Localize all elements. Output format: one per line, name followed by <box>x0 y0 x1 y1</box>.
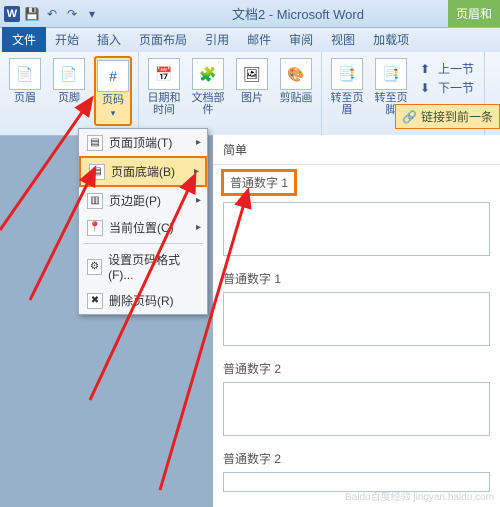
goto-footer-icon: 📑 <box>375 58 407 90</box>
dd-margin-label: 页边距(P) <box>109 192 161 209</box>
header-label: 页眉 <box>14 92 36 104</box>
picture-button[interactable]: 🖼 图片 <box>233 56 271 126</box>
page-number-gallery: 简单 普通数字 1 普通数字 1 普通数字 2 普通数字 2 <box>212 135 500 507</box>
quick-access-toolbar: 💾 ↶ ↷ ▾ <box>24 6 100 22</box>
clipart-icon: 🎨 <box>280 58 312 90</box>
dd-current-pos[interactable]: 📍 当前位置(C) ▸ <box>79 214 207 241</box>
next-label: 下一节 <box>438 79 474 96</box>
up-arrow-icon: ⬆ <box>420 62 434 76</box>
header-icon: 📄 <box>9 58 41 90</box>
gallery-item-plain1[interactable]: 普通数字 1 <box>221 169 297 196</box>
tab-mail[interactable]: 邮件 <box>238 27 280 52</box>
current-pos-icon: 📍 <box>87 220 103 236</box>
header-button[interactable]: 📄 页眉 <box>6 56 44 126</box>
datetime-label: 日期和时间 <box>145 92 183 116</box>
dd-bottom-label: 页面底端(B) <box>111 163 175 180</box>
group-header-footer: 📄 页眉 📄 页脚 # 页码 ▾ <box>0 52 139 135</box>
tab-addin[interactable]: 加载项 <box>364 27 418 52</box>
gallery-preview-2[interactable] <box>223 382 490 436</box>
dd-page-bottom[interactable]: ▤ 页面底端(B) ▸ <box>79 156 207 187</box>
undo-icon[interactable]: ↶ <box>44 6 60 22</box>
page-bottom-icon: ▤ <box>89 164 105 180</box>
gallery-section-simple: 简单 <box>213 135 500 165</box>
gallery-item-plain2b[interactable]: 普通数字 2 <box>213 444 500 470</box>
tab-references[interactable]: 引用 <box>196 27 238 52</box>
title-bar: W 💾 ↶ ↷ ▾ 文档2 - Microsoft Word 页眉和 <box>0 0 500 28</box>
tab-review[interactable]: 审阅 <box>280 27 322 52</box>
gallery-item-plain1b[interactable]: 普通数字 1 <box>213 264 500 290</box>
page-number-label: 页码 <box>102 94 124 106</box>
dd-page-top[interactable]: ▤ 页面顶端(T) ▸ <box>79 129 207 156</box>
datetime-button[interactable]: 📅 日期和时间 <box>145 56 183 126</box>
page-number-button[interactable]: # 页码 ▾ <box>94 56 132 126</box>
goto-header-icon: 📑 <box>331 58 363 90</box>
goto-header-button[interactable]: 📑 转至页眉 <box>328 56 366 126</box>
goto-header-label: 转至页眉 <box>328 92 366 116</box>
down-arrow-icon: ⬇ <box>420 81 434 95</box>
calendar-icon: 📅 <box>148 58 180 90</box>
group-insert: 📅 日期和时间 🧩 文档部件 🖼 图片 🎨 剪贴画 <box>139 52 322 135</box>
watermark: Baidu百度经验 jingyan.baidu.com <box>345 488 494 503</box>
dd-top-label: 页面顶端(T) <box>109 134 172 151</box>
tab-insert[interactable]: 插入 <box>88 27 130 52</box>
gallery-preview-1b[interactable] <box>223 292 490 346</box>
dd-page-margin[interactable]: ▥ 页边距(P) ▸ <box>79 187 207 214</box>
next-section[interactable]: ⬇ 下一节 <box>420 79 474 96</box>
footer-button[interactable]: 📄 页脚 <box>50 56 88 126</box>
gallery-item-plain2[interactable]: 普通数字 2 <box>213 354 500 380</box>
app-icon: W <box>4 6 20 22</box>
dd-format-label: 设置页码格式(F)... <box>108 251 199 282</box>
tab-layout[interactable]: 页面布局 <box>130 27 196 52</box>
qat-dropdown-icon[interactable]: ▾ <box>84 6 100 22</box>
submenu-arrow-icon: ▸ <box>196 137 201 148</box>
chevron-down-icon: ▾ <box>111 108 116 119</box>
submenu-arrow-icon: ▸ <box>194 166 199 177</box>
prev-section[interactable]: ⬆ 上一节 <box>420 60 474 77</box>
dd-format[interactable]: ⚙ 设置页码格式(F)... <box>79 246 207 287</box>
prev-label: 上一节 <box>438 60 474 77</box>
ribbon: 📄 页眉 📄 页脚 # 页码 ▾ 📅 日期和时间 🧩 文档部件 🖼 图片 🎨 剪… <box>0 52 500 136</box>
tab-file[interactable]: 文件 <box>2 27 46 52</box>
doc-parts-label: 文档部件 <box>189 92 227 116</box>
save-icon[interactable]: 💾 <box>24 6 40 22</box>
link-label: 链接到前一条 <box>421 108 493 125</box>
link-icon: 🔗 <box>402 110 417 124</box>
picture-label: 图片 <box>241 92 263 104</box>
page-margin-icon: ▥ <box>87 193 103 209</box>
redo-icon[interactable]: ↷ <box>64 6 80 22</box>
doc-parts-button[interactable]: 🧩 文档部件 <box>189 56 227 126</box>
parts-icon: 🧩 <box>192 58 224 90</box>
clipart-button[interactable]: 🎨 剪贴画 <box>277 56 315 126</box>
footer-label: 页脚 <box>58 92 80 104</box>
page-number-icon: # <box>97 60 129 92</box>
contextual-tab-header-footer[interactable]: 页眉和 <box>448 0 500 27</box>
tab-view[interactable]: 视图 <box>322 27 364 52</box>
window-title: 文档2 - Microsoft Word <box>100 4 496 23</box>
footer-icon: 📄 <box>53 58 85 90</box>
link-to-previous[interactable]: 🔗 链接到前一条 <box>395 104 500 129</box>
tab-home[interactable]: 开始 <box>46 27 88 52</box>
submenu-arrow-icon: ▸ <box>196 195 201 206</box>
dd-remove[interactable]: ✖ 删除页码(R) <box>79 287 207 314</box>
submenu-arrow-icon: ▸ <box>196 222 201 233</box>
ribbon-tabs: 文件 开始 插入 页面布局 引用 邮件 审阅 视图 加载项 <box>0 28 500 52</box>
format-icon: ⚙ <box>87 259 102 275</box>
page-number-dropdown: ▤页面顶端(T)▸ ▤页面底端(B)▸ ▥页边距(P)▸ 📍当前位置(C)▸ ⚙… <box>78 128 208 315</box>
remove-icon: ✖ <box>87 293 103 309</box>
dd-remove-label: 删除页码(R) <box>109 292 174 309</box>
page-top-icon: ▤ <box>87 135 103 151</box>
dd-current-label: 当前位置(C) <box>109 219 174 236</box>
dropdown-separator <box>83 243 203 244</box>
clipart-label: 剪贴画 <box>280 92 313 104</box>
gallery-preview-1[interactable] <box>223 202 490 256</box>
picture-icon: 🖼 <box>236 58 268 90</box>
